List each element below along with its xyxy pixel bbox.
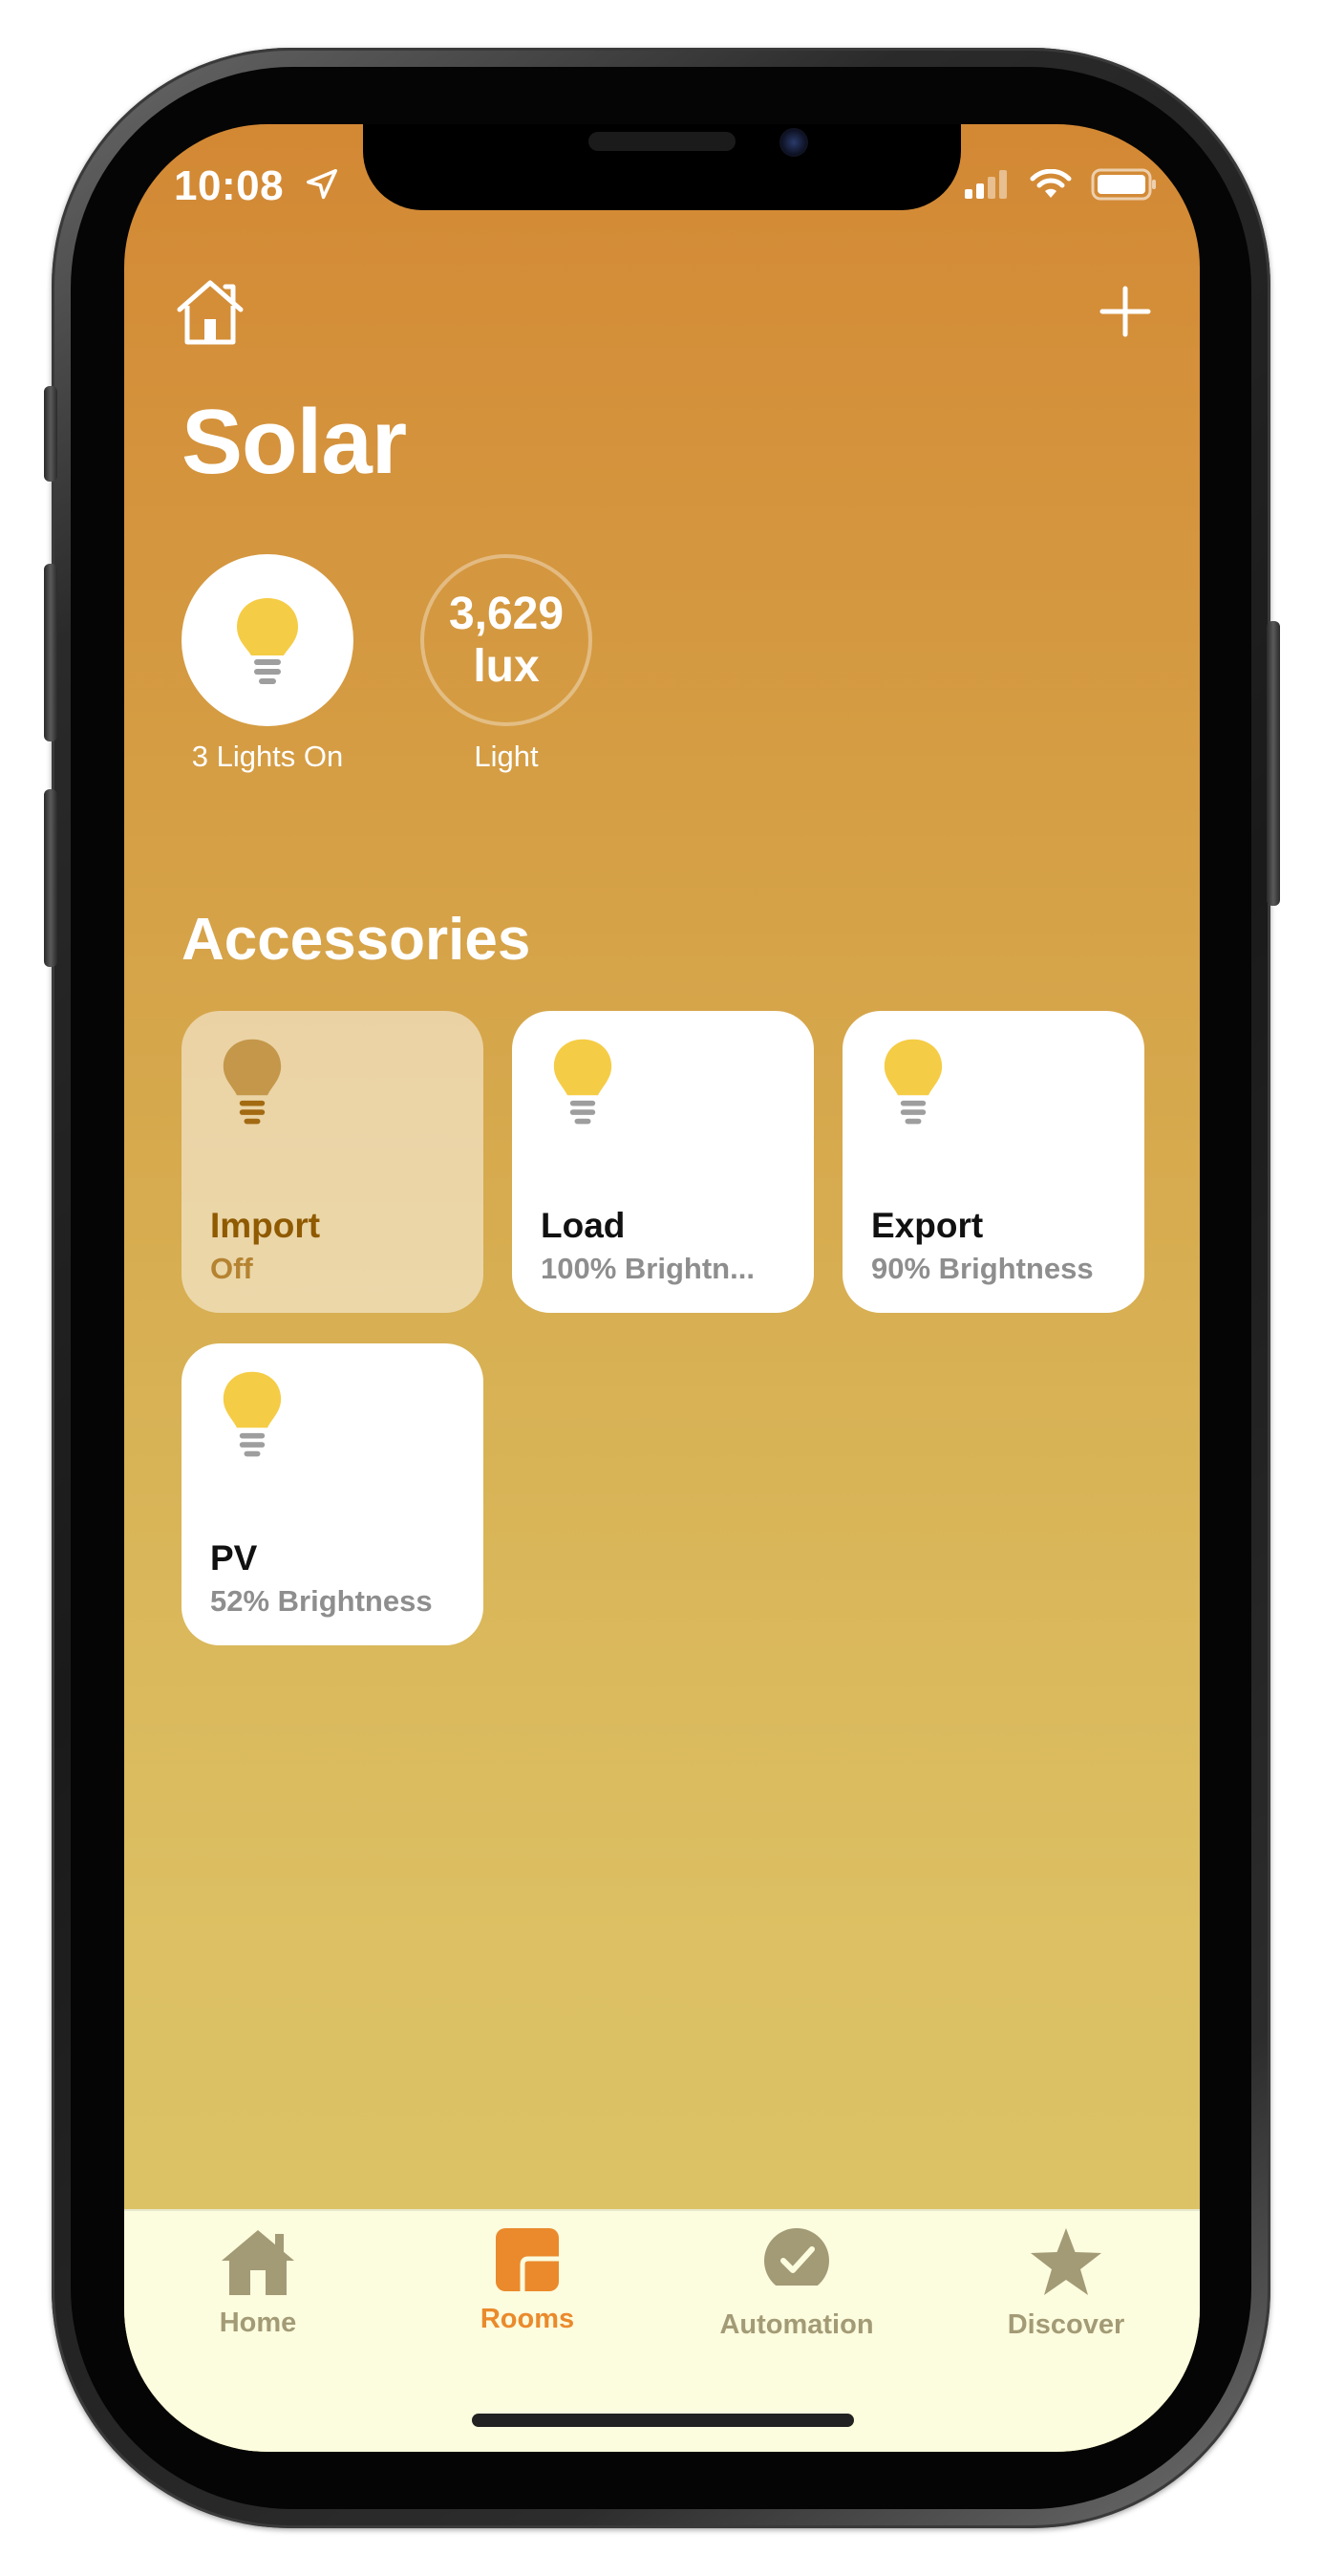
- accessory-state: 52% Brightness: [210, 1584, 433, 1618]
- automation-icon: [764, 2228, 829, 2293]
- home-indicator[interactable]: [472, 2414, 854, 2427]
- location-arrow-icon: [307, 169, 337, 200]
- accessory-tile-pv[interactable]: PV 52% Brightness: [181, 1343, 483, 1645]
- rooms-icon: [496, 2228, 559, 2291]
- accessory-state: 100% Brightn...: [541, 1252, 755, 1285]
- accessory-name: PV: [210, 1538, 258, 1578]
- accessory-tile-load[interactable]: Load 100% Brightn...: [512, 1011, 814, 1313]
- light-sensor-summary[interactable]: 3,629 lux Light: [411, 554, 602, 776]
- tab-label: Home: [219, 2308, 297, 2338]
- status-indicators: [965, 168, 1158, 201]
- lightbulb-off-icon: [223, 1039, 282, 1125]
- accessory-name: Load: [541, 1206, 626, 1245]
- lightbulb-icon: [553, 1039, 612, 1125]
- side-button: [1267, 621, 1280, 906]
- volume-up-button: [44, 564, 57, 741]
- accessory-name: Export: [871, 1206, 984, 1245]
- tab-label: Automation: [719, 2309, 874, 2340]
- battery-icon: [1091, 168, 1156, 201]
- accessory-tile-export[interactable]: Export 90% Brightness: [843, 1011, 1144, 1313]
- lights-summary-circle[interactable]: [181, 554, 353, 726]
- status-time: 10:08: [174, 162, 285, 209]
- accessory-state: Off: [210, 1252, 253, 1285]
- lights-summary-label: 3 Lights On: [191, 740, 344, 773]
- light-sensor-label: Light: [474, 740, 539, 773]
- tab-automation[interactable]: Automation: [692, 2226, 902, 2341]
- front-camera: [779, 128, 808, 157]
- earpiece-speaker: [588, 132, 736, 151]
- screen: 10:08 Solar 3 Lights On 3,629 lux Light …: [124, 124, 1200, 2452]
- lux-value: 3,629: [448, 589, 565, 639]
- star-icon: [1031, 2228, 1101, 2295]
- tab-label: Discover: [1007, 2309, 1125, 2340]
- notch: [363, 124, 961, 210]
- home-icon: [222, 2230, 294, 2295]
- lightbulb-icon: [237, 598, 298, 684]
- tab-rooms[interactable]: Rooms: [422, 2226, 632, 2335]
- tab-discover[interactable]: Discover: [961, 2226, 1171, 2341]
- lights-summary[interactable]: 3 Lights On: [172, 554, 363, 776]
- tab-label: Rooms: [480, 2304, 575, 2334]
- ringer-switch: [44, 386, 57, 482]
- wifi-icon: [1030, 169, 1072, 198]
- accessory-tile-import[interactable]: Import Off: [181, 1011, 483, 1313]
- add-icon[interactable]: [1099, 285, 1152, 338]
- page-title: Solar: [181, 391, 407, 493]
- accessory-name: Import: [210, 1206, 321, 1245]
- tab-bar: Home Rooms Automation Discover: [124, 2209, 1200, 2452]
- lux-unit: lux: [473, 641, 540, 692]
- volume-down-button: [44, 789, 57, 967]
- light-sensor-circle[interactable]: 3,629 lux: [420, 554, 592, 726]
- lightbulb-icon: [884, 1039, 943, 1125]
- accessory-state: 90% Brightness: [871, 1252, 1094, 1285]
- tab-home[interactable]: Home: [153, 2226, 363, 2339]
- home-icon[interactable]: [174, 277, 246, 348]
- accessories-heading: Accessories: [181, 907, 531, 973]
- signal-icon: [965, 170, 1007, 199]
- lightbulb-icon: [223, 1371, 282, 1457]
